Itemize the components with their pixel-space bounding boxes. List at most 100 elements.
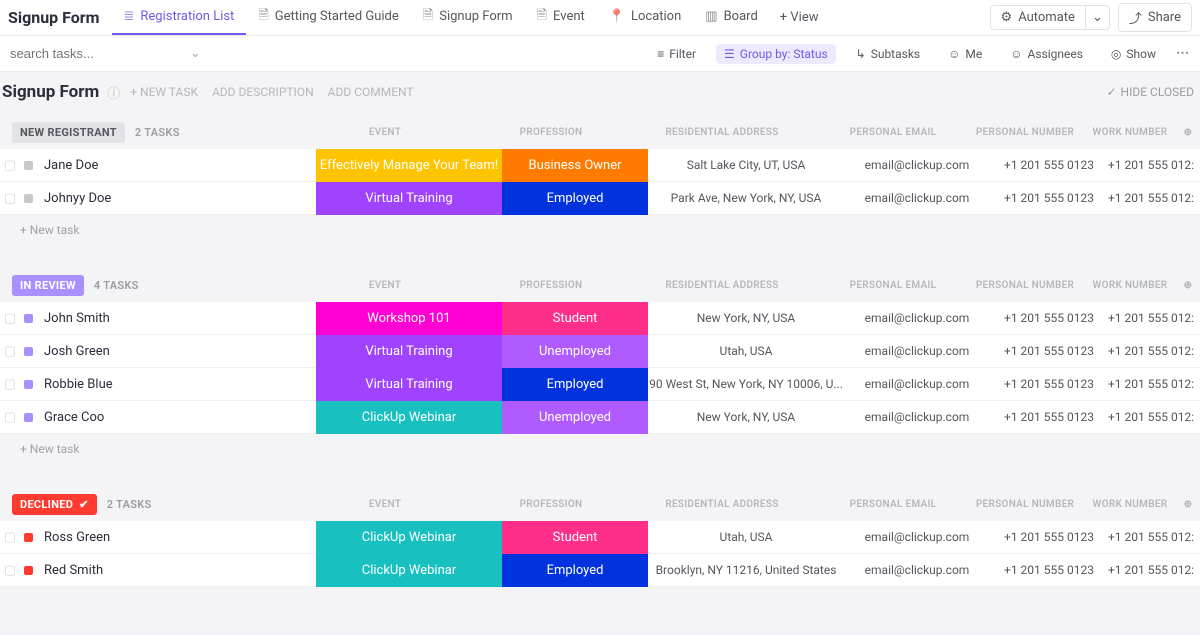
task-name[interactable]: Ross Green bbox=[36, 530, 316, 545]
table-row[interactable]: ▢ Jane Doe Effectively Manage Your Team!… bbox=[0, 149, 1200, 182]
groupby-button[interactable]: ☰Group by: Status bbox=[716, 44, 836, 64]
status-indicator[interactable] bbox=[20, 161, 36, 170]
address-cell[interactable]: Utah, USA bbox=[648, 344, 844, 358]
task-name[interactable]: Robbie Blue bbox=[36, 377, 316, 392]
email-cell[interactable]: email@clickup.com bbox=[844, 377, 990, 391]
email-cell[interactable]: email@clickup.com bbox=[844, 311, 990, 325]
add-column-button[interactable]: ⊕ bbox=[1176, 499, 1200, 510]
show-button[interactable]: ◎Show bbox=[1103, 44, 1164, 64]
status-pill[interactable]: IN REVIEW bbox=[12, 275, 84, 296]
status-indicator[interactable] bbox=[20, 533, 36, 542]
tab-event[interactable]: 🗎Event bbox=[525, 0, 597, 35]
search-caret[interactable]: ⌄ bbox=[190, 46, 201, 61]
profession-tag[interactable]: Student bbox=[502, 302, 648, 335]
status-indicator[interactable] bbox=[20, 347, 36, 356]
email-cell[interactable]: email@clickup.com bbox=[844, 530, 990, 544]
event-tag[interactable]: ClickUp Webinar bbox=[316, 521, 502, 554]
address-cell[interactable]: 90 West St, New York, NY 10006, U... bbox=[648, 377, 844, 391]
email-cell[interactable]: email@clickup.com bbox=[844, 158, 990, 172]
personal-number-cell[interactable]: +1 201 555 0123 bbox=[990, 344, 1108, 358]
add-column-button[interactable]: ⊕ bbox=[1176, 280, 1200, 291]
task-name[interactable]: John Smith bbox=[36, 311, 316, 326]
address-cell[interactable]: Brooklyn, NY 11216, United States bbox=[648, 563, 844, 577]
task-name[interactable]: Johnyy Doe bbox=[36, 191, 316, 206]
row-select[interactable]: ▢ bbox=[0, 410, 20, 425]
tab-signup-form[interactable]: 🗎Signup Form bbox=[411, 0, 525, 35]
table-row[interactable]: ▢ Johnyy Doe Virtual Training Employed P… bbox=[0, 182, 1200, 215]
personal-number-cell[interactable]: +1 201 555 0123 bbox=[990, 311, 1108, 325]
add-description-button[interactable]: ADD DESCRIPTION bbox=[212, 85, 314, 99]
work-number-cell[interactable]: +1 201 555 012: bbox=[1108, 158, 1200, 172]
more-menu[interactable]: ⋯ bbox=[1176, 46, 1190, 61]
status-indicator[interactable] bbox=[20, 194, 36, 203]
work-number-cell[interactable]: +1 201 555 012: bbox=[1108, 530, 1200, 544]
email-cell[interactable]: email@clickup.com bbox=[844, 191, 990, 205]
table-row[interactable]: ▢ John Smith Workshop 101 Student New Yo… bbox=[0, 302, 1200, 335]
work-number-cell[interactable]: +1 201 555 012: bbox=[1108, 344, 1200, 358]
assignees-button[interactable]: ☺Assignees bbox=[1002, 44, 1091, 64]
row-select[interactable]: ▢ bbox=[0, 563, 20, 578]
event-tag[interactable]: Virtual Training bbox=[316, 182, 502, 215]
add-comment-button[interactable]: ADD COMMENT bbox=[328, 85, 414, 99]
status-indicator[interactable] bbox=[20, 380, 36, 389]
personal-number-cell[interactable]: +1 201 555 0123 bbox=[990, 377, 1108, 391]
work-number-cell[interactable]: +1 201 555 012: bbox=[1108, 311, 1200, 325]
table-row[interactable]: ▢ Ross Green ClickUp Webinar Student Uta… bbox=[0, 521, 1200, 554]
search-input[interactable] bbox=[10, 46, 186, 61]
status-indicator[interactable] bbox=[20, 566, 36, 575]
address-cell[interactable]: Utah, USA bbox=[648, 530, 844, 544]
hide-closed-button[interactable]: ✓HIDE CLOSED bbox=[1106, 85, 1194, 99]
profession-tag[interactable]: Unemployed bbox=[502, 335, 648, 368]
email-cell[interactable]: email@clickup.com bbox=[844, 344, 990, 358]
profession-tag[interactable]: Business Owner bbox=[502, 149, 648, 182]
address-cell[interactable]: New York, NY, USA bbox=[648, 311, 844, 325]
tab-location[interactable]: 📍Location bbox=[597, 0, 694, 35]
status-indicator[interactable] bbox=[20, 314, 36, 323]
row-select[interactable]: ▢ bbox=[0, 377, 20, 392]
personal-number-cell[interactable]: +1 201 555 0123 bbox=[990, 410, 1108, 424]
personal-number-cell[interactable]: +1 201 555 0123 bbox=[990, 563, 1108, 577]
new-task-link[interactable]: + New task bbox=[0, 215, 1200, 237]
address-cell[interactable]: Park Ave, New York, NY, USA bbox=[648, 191, 844, 205]
event-tag[interactable]: Virtual Training bbox=[316, 335, 502, 368]
subtasks-button[interactable]: ↳Subtasks bbox=[848, 44, 928, 64]
profession-tag[interactable]: Employed bbox=[502, 554, 648, 587]
profession-tag[interactable]: Employed bbox=[502, 182, 648, 215]
automate-caret[interactable]: ⌄ bbox=[1086, 5, 1110, 30]
me-button[interactable]: ☺Me bbox=[940, 44, 990, 64]
row-select[interactable]: ▢ bbox=[0, 311, 20, 326]
event-tag[interactable]: Virtual Training bbox=[316, 368, 502, 401]
share-button[interactable]: ⤴Share bbox=[1118, 3, 1192, 32]
profession-tag[interactable]: Student bbox=[502, 521, 648, 554]
personal-number-cell[interactable]: +1 201 555 0123 bbox=[990, 191, 1108, 205]
row-select[interactable]: ▢ bbox=[0, 158, 20, 173]
address-cell[interactable]: New York, NY, USA bbox=[648, 410, 844, 424]
task-name[interactable]: Red Smith bbox=[36, 563, 316, 578]
task-name[interactable]: Josh Green bbox=[36, 344, 316, 359]
automate-button[interactable]: ⚙Automate bbox=[990, 5, 1086, 30]
table-row[interactable]: ▢ Josh Green Virtual Training Unemployed… bbox=[0, 335, 1200, 368]
work-number-cell[interactable]: +1 201 555 012: bbox=[1108, 377, 1200, 391]
info-icon[interactable]: ⓘ bbox=[107, 83, 120, 102]
event-tag[interactable]: ClickUp Webinar bbox=[316, 401, 502, 434]
status-indicator[interactable] bbox=[20, 413, 36, 422]
tab-getting-started-guide[interactable]: 🗎Getting Started Guide bbox=[246, 0, 410, 35]
row-select[interactable]: ▢ bbox=[0, 191, 20, 206]
new-task-link[interactable]: + New task bbox=[0, 434, 1200, 456]
event-tag[interactable]: Workshop 101 bbox=[316, 302, 502, 335]
email-cell[interactable]: email@clickup.com bbox=[844, 563, 990, 577]
filter-button[interactable]: ≡Filter bbox=[649, 44, 704, 64]
tab-board[interactable]: ▥Board bbox=[693, 0, 770, 35]
personal-number-cell[interactable]: +1 201 555 0123 bbox=[990, 158, 1108, 172]
status-pill[interactable]: NEW REGISTRANT bbox=[12, 122, 125, 143]
email-cell[interactable]: email@clickup.com bbox=[844, 410, 990, 424]
status-pill[interactable]: DECLINED✔ bbox=[12, 494, 97, 515]
work-number-cell[interactable]: +1 201 555 012: bbox=[1108, 410, 1200, 424]
profession-tag[interactable]: Employed bbox=[502, 368, 648, 401]
personal-number-cell[interactable]: +1 201 555 0123 bbox=[990, 530, 1108, 544]
profession-tag[interactable]: Unemployed bbox=[502, 401, 648, 434]
row-select[interactable]: ▢ bbox=[0, 530, 20, 545]
table-row[interactable]: ▢ Grace Coo ClickUp Webinar Unemployed N… bbox=[0, 401, 1200, 434]
new-task-button[interactable]: + NEW TASK bbox=[130, 85, 198, 99]
work-number-cell[interactable]: +1 201 555 012: bbox=[1108, 191, 1200, 205]
